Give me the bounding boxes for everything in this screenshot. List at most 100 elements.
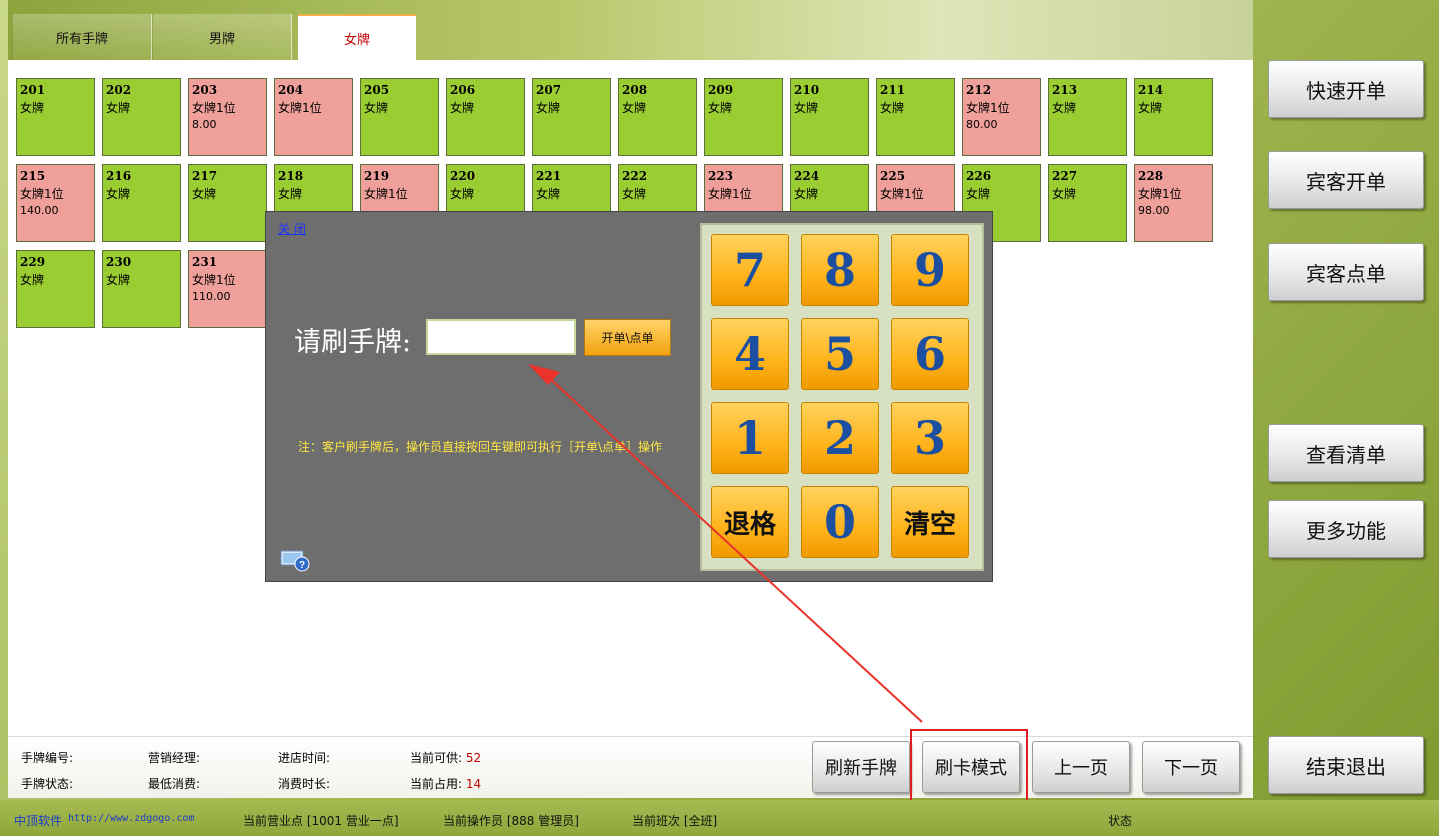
card-number: 205 xyxy=(364,83,390,97)
card-206[interactable]: 206 女牌 xyxy=(446,78,525,156)
card-guests: 1位 xyxy=(732,187,752,201)
more-functions-button[interactable]: 更多功能 xyxy=(1268,500,1424,558)
card-212[interactable]: 212 女牌1位 80.00 xyxy=(962,78,1041,156)
key-4[interactable]: 4 xyxy=(711,318,789,390)
status-bar: 中顶软件 http://www.zdgogo.com 当前营业点 [1001 营… xyxy=(0,800,1439,836)
card-227[interactable]: 227 女牌 xyxy=(1048,164,1127,242)
card-guests: 1位 xyxy=(302,101,322,115)
key-5[interactable]: 5 xyxy=(801,318,879,390)
key-2[interactable]: 2 xyxy=(801,402,879,474)
card-type: 女牌 xyxy=(364,187,389,201)
number-keypad: 7 8 9 4 5 6 1 2 3 退格 0 清空 xyxy=(700,223,984,571)
exit-button[interactable]: 结束退出 xyxy=(1268,736,1424,794)
card-type: 女牌 xyxy=(622,101,647,115)
view-list-button[interactable]: 查看清单 xyxy=(1268,424,1424,482)
card-211[interactable]: 211 女牌 xyxy=(876,78,955,156)
card-guests: 1位 xyxy=(216,273,236,287)
card-type: 女牌 xyxy=(966,101,991,115)
key-0[interactable]: 0 xyxy=(801,486,879,558)
key-backspace[interactable]: 退格 xyxy=(711,486,789,558)
card-type: 女牌 xyxy=(192,101,217,115)
card-number: 207 xyxy=(536,83,562,97)
card-214[interactable]: 214 女牌 xyxy=(1134,78,1213,156)
outlet-info: 当前营业点 [1001 营业一点] xyxy=(243,814,399,828)
state-label: 状态 xyxy=(1108,814,1133,828)
card-231[interactable]: 231 女牌1位 110.00 xyxy=(188,250,267,328)
shift-info: 当前班次 [全班] xyxy=(632,814,718,828)
card-205[interactable]: 205 女牌 xyxy=(360,78,439,156)
help-icon[interactable]: ? xyxy=(280,548,310,572)
prev-page-button[interactable]: 上一页 xyxy=(1032,741,1130,793)
card-number: 215 xyxy=(20,169,46,183)
card-201[interactable]: 201 女牌 xyxy=(16,78,95,156)
card-type: 女牌 xyxy=(1052,101,1077,115)
card-type: 女牌 xyxy=(880,101,905,115)
key-8[interactable]: 8 xyxy=(801,234,879,306)
card-number: 217 xyxy=(192,169,218,183)
card-guests: 1位 xyxy=(216,101,236,115)
card-number: 216 xyxy=(106,169,132,183)
card-number: 226 xyxy=(966,169,992,183)
card-208[interactable]: 208 女牌 xyxy=(618,78,697,156)
card-210[interactable]: 210 女牌 xyxy=(790,78,869,156)
card-204[interactable]: 204 女牌1位 xyxy=(274,78,353,156)
min-spend-label: 最低消费: xyxy=(148,777,201,791)
card-type: 女牌 xyxy=(880,187,905,201)
key-1[interactable]: 1 xyxy=(711,402,789,474)
card-no-label: 手牌编号: xyxy=(21,751,74,765)
card-status-label: 手牌状态: xyxy=(21,777,74,791)
card-number: 211 xyxy=(880,83,906,97)
card-217[interactable]: 217 女牌 xyxy=(188,164,267,242)
swipe-card-dialog: 关 闭 请刷手牌: 开单\点单 注：客户刷手牌后，操作员直接按回车键即可执行［开… xyxy=(265,211,993,582)
tab-bar: 所有手牌 男牌 女牌 xyxy=(8,0,1253,60)
card-number: 214 xyxy=(1138,83,1164,97)
key-3[interactable]: 3 xyxy=(891,402,969,474)
card-number: 230 xyxy=(106,255,132,269)
card-number: 212 xyxy=(966,83,992,97)
card-number: 229 xyxy=(20,255,46,269)
card-number: 224 xyxy=(794,169,820,183)
card-number: 203 xyxy=(192,83,218,97)
card-207[interactable]: 207 女牌 xyxy=(532,78,611,156)
quick-open-button[interactable]: 快速开单 xyxy=(1268,60,1424,118)
guest-open-button[interactable]: 宾客开单 xyxy=(1268,151,1424,209)
card-type: 女牌 xyxy=(106,187,131,201)
key-7[interactable]: 7 xyxy=(711,234,789,306)
card-number: 206 xyxy=(450,83,476,97)
card-type: 女牌 xyxy=(364,101,389,115)
card-215[interactable]: 215 女牌1位 140.00 xyxy=(16,164,95,242)
card-number: 222 xyxy=(622,169,648,183)
card-202[interactable]: 202 女牌 xyxy=(102,78,181,156)
refresh-cards-button[interactable]: 刷新手牌 xyxy=(812,741,910,793)
available-value: 52 xyxy=(465,751,482,765)
card-type: 女牌 xyxy=(1138,187,1163,201)
card-230[interactable]: 230 女牌 xyxy=(102,250,181,328)
open-order-button[interactable]: 开单\点单 xyxy=(584,319,671,356)
card-number-input[interactable] xyxy=(426,319,576,355)
key-9[interactable]: 9 xyxy=(891,234,969,306)
card-209[interactable]: 209 女牌 xyxy=(704,78,783,156)
key-6[interactable]: 6 xyxy=(891,318,969,390)
swipe-note: 注：客户刷手牌后，操作员直接按回车键即可执行［开单\点单］操作 xyxy=(298,440,663,454)
tab-female-cards[interactable]: 女牌 xyxy=(298,14,416,60)
key-clear[interactable]: 清空 xyxy=(891,486,969,558)
card-203[interactable]: 203 女牌1位 8.00 xyxy=(188,78,267,156)
occupied-stat: 当前占用: 14 xyxy=(410,775,481,792)
card-number: 210 xyxy=(794,83,820,97)
close-link[interactable]: 关 闭 xyxy=(278,220,306,237)
next-page-button[interactable]: 下一页 xyxy=(1142,741,1240,793)
guest-order-button[interactable]: 宾客点单 xyxy=(1268,243,1424,301)
card-number: 220 xyxy=(450,169,476,183)
card-number: 225 xyxy=(880,169,906,183)
card-type: 女牌 xyxy=(794,101,819,115)
tab-male-cards[interactable]: 男牌 xyxy=(152,14,292,60)
card-216[interactable]: 216 女牌 xyxy=(102,164,181,242)
website-link[interactable]: http://www.zdgogo.com xyxy=(68,813,194,824)
tab-all-cards[interactable]: 所有手牌 xyxy=(12,14,152,60)
card-229[interactable]: 229 女牌 xyxy=(16,250,95,328)
card-213[interactable]: 213 女牌 xyxy=(1048,78,1127,156)
card-type: 女牌 xyxy=(450,101,475,115)
card-number: 204 xyxy=(278,83,304,97)
card-228[interactable]: 228 女牌1位 98.00 xyxy=(1134,164,1213,242)
card-number: 221 xyxy=(536,169,562,183)
